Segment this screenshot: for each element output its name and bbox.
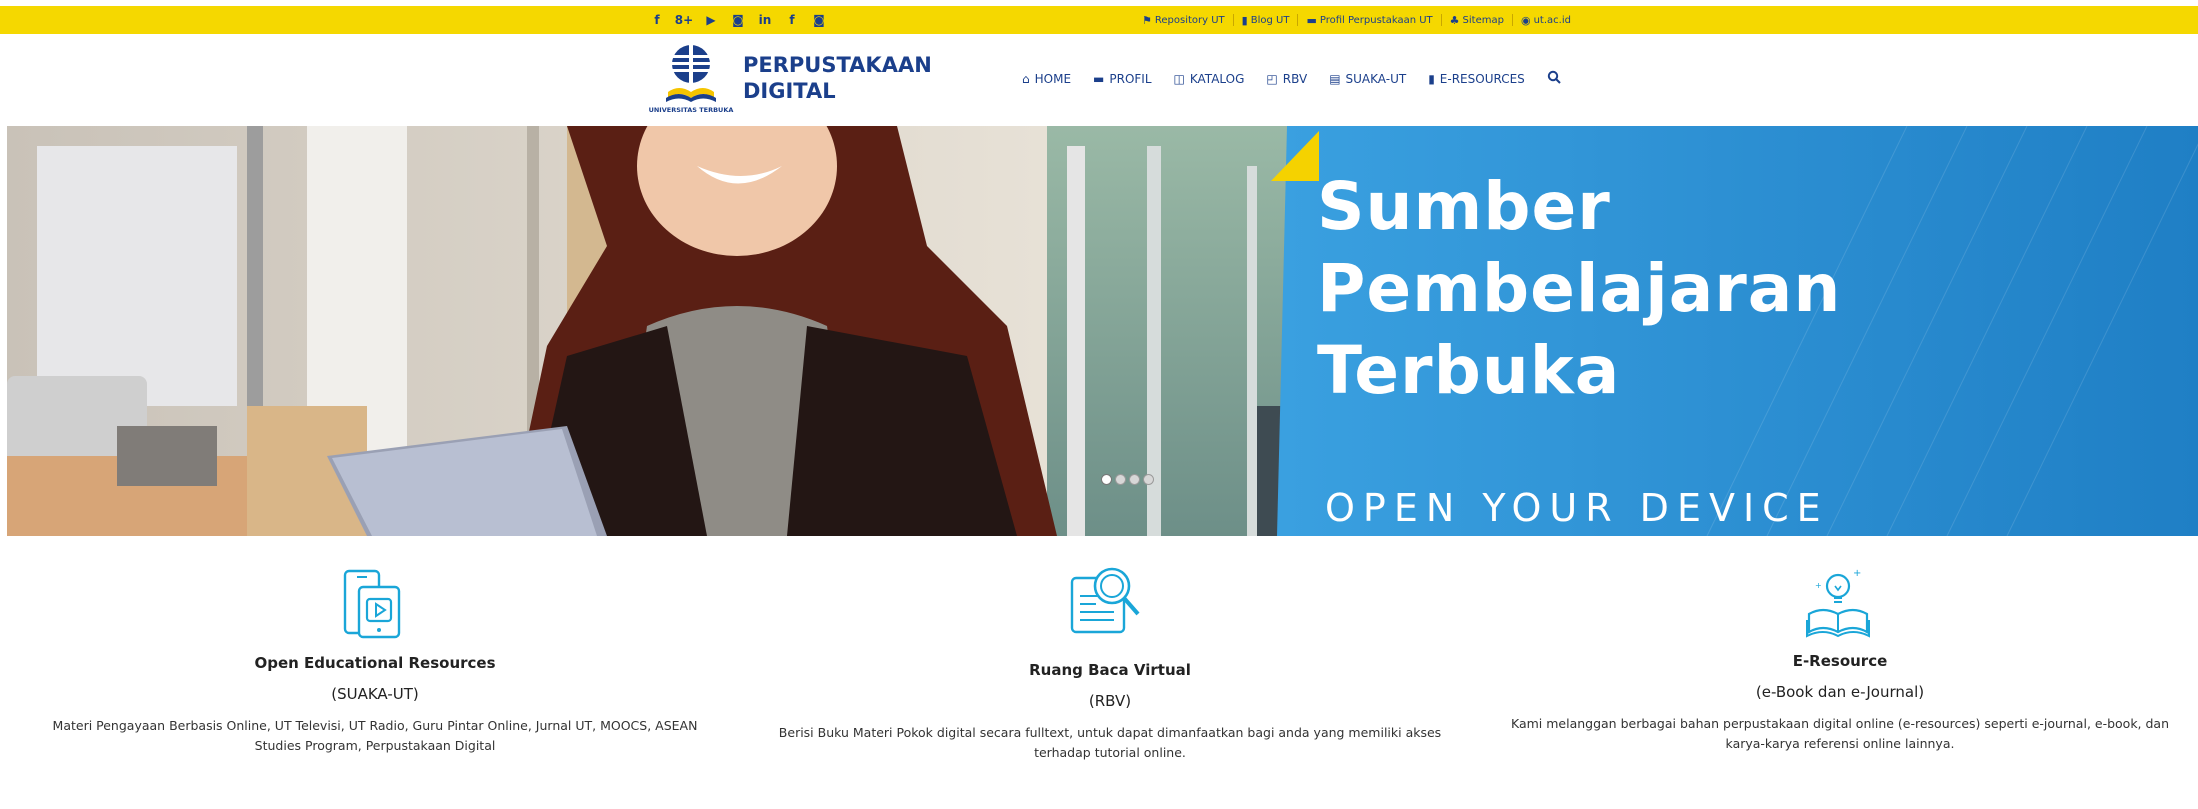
- main-nav: ⌂ HOME ▬ PROFIL ◫ KATALOG ◰ RBV ▤ SUAKA-…: [1022, 70, 1561, 88]
- feature-subtitle: (SUAKA-UT): [331, 685, 419, 703]
- feature-subtitle: (e-Book dan e-Journal): [1755, 683, 1925, 701]
- suaka-icon: ▤: [1329, 72, 1341, 86]
- feature-title: E-Resource: [1792, 652, 1888, 670]
- nav-rbv[interactable]: ◰ RBV: [1266, 72, 1307, 86]
- flag-icon: ⚑: [1142, 13, 1152, 27]
- divider: [1440, 14, 1442, 26]
- site-header: UNIVERSITAS TERBUKA PERPUSTAKAAN DIGITAL…: [0, 34, 2198, 126]
- hero-subtitle: OPEN YOUR DEVICE: [1325, 486, 1829, 530]
- site-brand[interactable]: PERPUSTAKAAN DIGITAL: [743, 52, 932, 104]
- slider-dot-2[interactable]: [1115, 474, 1126, 485]
- nav-katalog[interactable]: ◫ KATALOG: [1174, 72, 1245, 86]
- blog-link-label: Blog UT: [1250, 14, 1290, 26]
- home-icon: ⌂: [1022, 72, 1030, 86]
- instagram-icon[interactable]: ◙: [726, 13, 750, 27]
- ut-site-link[interactable]: ◉ ut.ac.id: [1521, 14, 1571, 27]
- slider-dot-4[interactable]: [1143, 474, 1154, 485]
- social-links: f 8+ ▶ ◙ in f ◙: [645, 6, 834, 34]
- sitemap-link[interactable]: ♣ Sitemap: [1450, 14, 1504, 27]
- feature-oer[interactable]: Open Educational Resources (SUAKA-UT) Ma…: [40, 654, 710, 756]
- book-idea-icon[interactable]: + +: [1803, 564, 1873, 646]
- nav-suaka-ut[interactable]: ▤ SUAKA-UT: [1329, 72, 1406, 86]
- hero-title-line-3: Terbuka: [1317, 332, 1621, 409]
- nav-home[interactable]: ⌂ HOME: [1022, 72, 1071, 86]
- youtube-icon[interactable]: ▶: [699, 13, 723, 27]
- hero-slider[interactable]: Sumber Pembelajaran Terbuka OPEN YOUR DE…: [7, 126, 2198, 536]
- svg-text:+: +: [1815, 581, 1822, 590]
- repository-link-label: Repository UT: [1154, 14, 1225, 26]
- linkedin-icon[interactable]: in: [753, 13, 777, 27]
- brand-line-2: DIGITAL: [743, 79, 836, 103]
- facebook-icon[interactable]: f: [645, 13, 669, 27]
- nav-e-resources-label: E-RESOURCES: [1439, 72, 1525, 86]
- nav-home-label: HOME: [1034, 72, 1072, 86]
- divider: [1511, 14, 1513, 26]
- book-open-icon: ▬: [1306, 13, 1317, 27]
- nav-rbv-label: RBV: [1282, 72, 1308, 86]
- feature-rbv[interactable]: Ruang Baca Virtual (RBV) Berisi Buku Mat…: [770, 661, 1450, 763]
- feature-description: Materi Pengayaan Berbasis Online, UT Tel…: [52, 718, 698, 753]
- slider-pagination: [1101, 474, 1157, 485]
- document-search-icon[interactable]: [1068, 562, 1146, 644]
- globe-icon: ◉: [1520, 13, 1531, 27]
- tablet-video-icon[interactable]: [339, 567, 407, 649]
- feature-e-resource[interactable]: E-Resource (e-Book dan e-Journal) Kami m…: [1500, 652, 2180, 754]
- blog-link[interactable]: ▮ Blog UT: [1242, 14, 1290, 27]
- divider: [1232, 14, 1234, 26]
- feature-description: Berisi Buku Materi Pokok digital secara …: [778, 725, 1442, 760]
- slider-dot-3[interactable]: [1129, 474, 1140, 485]
- brand-line-1: PERPUSTAKAAN: [743, 53, 932, 77]
- facebook-icon[interactable]: f: [780, 13, 804, 27]
- instagram-icon[interactable]: ◙: [807, 13, 831, 27]
- google-plus-icon[interactable]: 8+: [672, 13, 696, 27]
- eresources-icon: ▮: [1428, 72, 1435, 86]
- profile-icon: ▬: [1093, 72, 1105, 86]
- profil-perpustakaan-label: Profil Perpustakaan UT: [1319, 14, 1433, 26]
- site-logo[interactable]: UNIVERSITAS TERBUKA: [646, 40, 736, 120]
- nav-katalog-label: KATALOG: [1189, 72, 1245, 86]
- profil-perpustakaan-link[interactable]: ▬ Profil Perpustakaan UT: [1306, 14, 1432, 27]
- feature-title: Ruang Baca Virtual: [1029, 661, 1191, 679]
- sitemap-link-label: Sitemap: [1462, 14, 1504, 26]
- svg-text:+: +: [1853, 568, 1861, 579]
- nav-profil-label: PROFIL: [1109, 72, 1152, 86]
- ut-site-link-label: ut.ac.id: [1533, 14, 1571, 26]
- catalog-icon: ◫: [1173, 72, 1185, 86]
- hero-headline: Sumber Pembelajaran Terbuka: [1317, 166, 1841, 412]
- book-icon: ▮: [1241, 13, 1248, 27]
- divider: [1297, 14, 1299, 26]
- feature-title: Open Educational Resources: [254, 654, 496, 672]
- search-button[interactable]: [1547, 70, 1561, 88]
- repository-link[interactable]: ⚑ Repository UT: [1142, 14, 1225, 27]
- search-icon: [1547, 70, 1561, 84]
- feature-subtitle: (RBV): [1088, 692, 1132, 710]
- nav-e-resources[interactable]: ▮ E-RESOURCES: [1428, 72, 1525, 86]
- nav-suaka-ut-label: SUAKA-UT: [1345, 72, 1407, 86]
- slider-dot-1[interactable]: [1101, 474, 1112, 485]
- rbv-icon: ◰: [1266, 72, 1278, 86]
- sitemap-icon: ♣: [1449, 13, 1460, 27]
- top-links: ⚑ Repository UT ▮ Blog UT ▬ Profil Perpu…: [1142, 6, 1571, 34]
- top-utility-bar: f 8+ ▶ ◙ in f ◙ ⚑ Repository UT ▮ Blog U…: [0, 6, 2198, 34]
- hero-title-line-2: Pembelajaran: [1317, 250, 1842, 327]
- feature-description: Kami melanggan berbagai bahan perpustaka…: [1510, 716, 2170, 751]
- nav-profil[interactable]: ▬ PROFIL: [1093, 72, 1152, 86]
- hero-title-line-1: Sumber: [1317, 168, 1611, 245]
- logo-caption: UNIVERSITAS TERBUKA: [648, 106, 734, 114]
